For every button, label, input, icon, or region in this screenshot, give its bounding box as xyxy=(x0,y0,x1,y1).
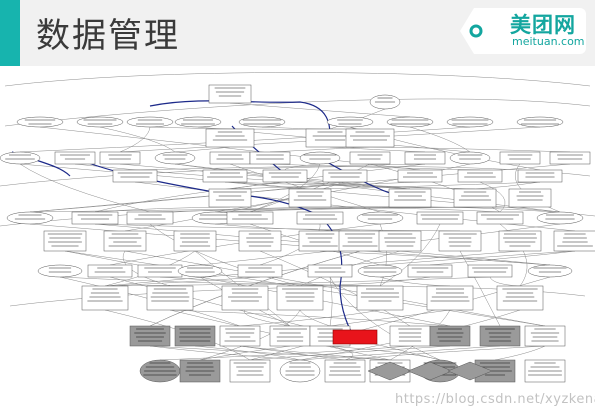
graph-edge xyxy=(489,276,521,287)
graph-node-ellipse xyxy=(177,264,223,278)
graph-edge xyxy=(4,72,591,87)
graph-edge xyxy=(299,309,331,327)
slide-header: 数据管理 美团网 meituan.com xyxy=(0,0,595,66)
graph-edge xyxy=(329,276,333,327)
graph-edge xyxy=(299,345,501,361)
graph-edge xyxy=(344,345,546,361)
graph-node-ellipse xyxy=(37,264,83,278)
graph-node-ellipse xyxy=(238,116,286,128)
graph-node-ellipse xyxy=(357,264,403,278)
graph-node-ellipse xyxy=(326,116,374,128)
graph-edge xyxy=(119,126,151,153)
graph-node-ellipse xyxy=(16,116,64,128)
graph-node xyxy=(54,151,96,165)
logo-domain: meituan.com xyxy=(512,35,585,48)
graph-edge xyxy=(369,146,571,153)
graph-node xyxy=(356,285,404,311)
graph-node-ellipse xyxy=(446,116,494,128)
graph-node xyxy=(237,264,283,278)
graph-node xyxy=(397,169,443,183)
graph-node xyxy=(296,211,344,225)
graph-node xyxy=(87,264,133,278)
graph-node-ellipse xyxy=(356,211,404,225)
graph-node-ellipse xyxy=(126,116,174,128)
data-lineage-graph xyxy=(0,72,595,383)
graph-node xyxy=(496,285,544,311)
graph-node xyxy=(137,264,183,278)
graph-edge xyxy=(379,250,576,266)
graph-node xyxy=(349,151,391,165)
graph-node-ellipse xyxy=(76,116,124,128)
graph-node xyxy=(209,151,251,165)
graph-node xyxy=(307,264,353,278)
slide: 数据管理 美团网 meituan.com https://blog.csdn.n… xyxy=(0,0,595,418)
graph-node-ellipse xyxy=(299,151,341,165)
graph-node xyxy=(249,151,291,165)
graph-node xyxy=(262,169,308,183)
graph-node-ellipse xyxy=(449,151,491,165)
highlighted-node xyxy=(332,329,378,345)
graph-node xyxy=(99,151,141,165)
graph-edge xyxy=(269,146,371,153)
graph-edge xyxy=(174,146,231,153)
graph-node-ellipse xyxy=(536,211,584,225)
graph-nodes xyxy=(0,84,595,383)
graph-node-ellipse xyxy=(6,211,54,225)
graph-node-ellipse xyxy=(174,116,222,128)
graph-node xyxy=(457,169,503,183)
graph-node-ellipse xyxy=(0,151,41,165)
watermark-url: https://blog.csdn.net/xyzkenan xyxy=(395,392,595,407)
graph-node xyxy=(404,151,446,165)
graph-node xyxy=(416,211,464,225)
graph-node xyxy=(146,285,194,311)
graph-node xyxy=(126,211,174,225)
graph-node-ellipse xyxy=(516,116,564,128)
graph-node xyxy=(467,264,513,278)
graph-node xyxy=(407,264,453,278)
graph-node xyxy=(276,285,324,311)
accent-bar xyxy=(0,0,20,66)
graph-node xyxy=(221,285,269,311)
graph-edge xyxy=(99,126,176,153)
graph-node xyxy=(499,151,541,165)
graph-node xyxy=(71,211,119,225)
graph-node xyxy=(322,169,368,183)
graph-node xyxy=(226,211,274,225)
graph-node-ellipse xyxy=(386,116,434,128)
graph-edge xyxy=(494,345,546,361)
graph-node xyxy=(517,169,563,183)
slide-title: 数据管理 xyxy=(36,16,180,56)
graph-node-ellipse xyxy=(154,151,196,165)
graph-node xyxy=(476,211,524,225)
graph-node xyxy=(202,169,248,183)
graph-node xyxy=(112,169,158,183)
graph-node xyxy=(81,285,129,311)
graph-edge xyxy=(214,223,361,232)
graph-node-ellipse xyxy=(527,264,573,278)
graph-node xyxy=(426,285,474,311)
graph-edge xyxy=(94,223,461,232)
graph-node xyxy=(549,151,591,165)
graph-edge xyxy=(159,345,411,361)
